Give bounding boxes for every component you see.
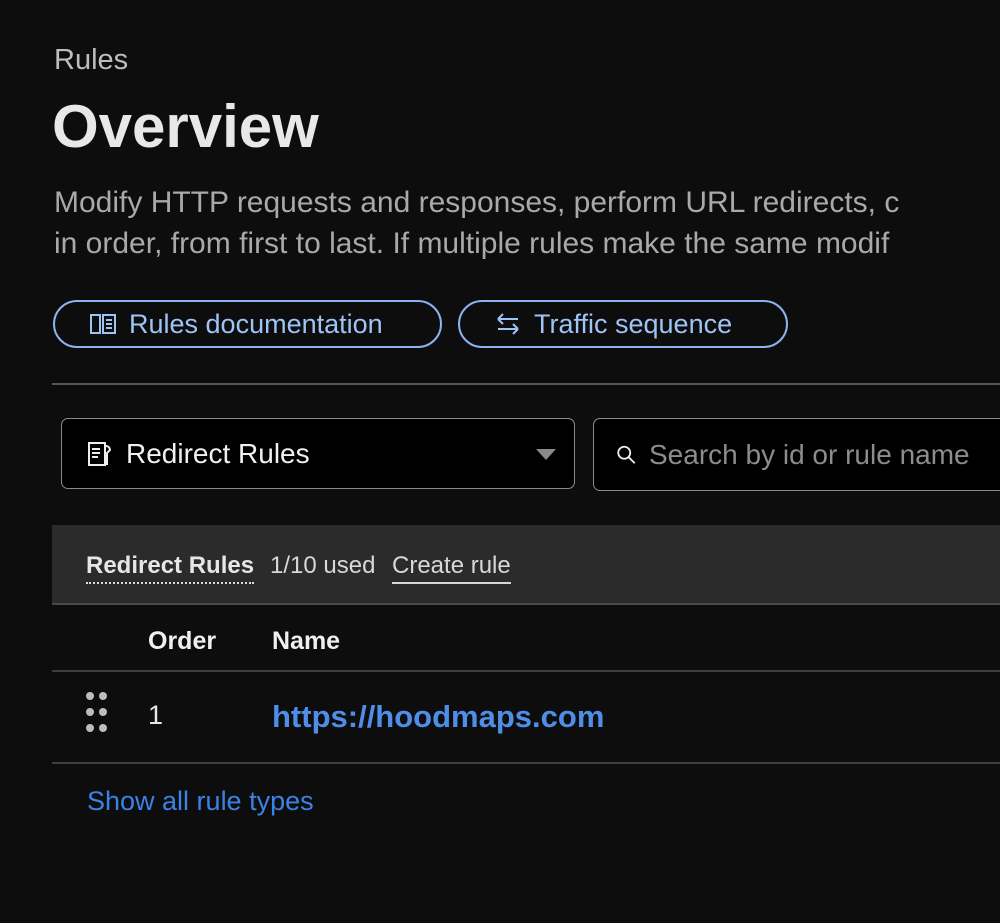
breadcrumb[interactable]: Rules xyxy=(54,44,128,77)
chevron-down-icon xyxy=(536,449,556,460)
rules-documentation-button[interactable]: Rules documentation xyxy=(53,300,442,348)
rule-name-link[interactable]: https://hoodmaps.com xyxy=(272,699,604,735)
rules-documentation-label: Rules documentation xyxy=(129,308,383,339)
traffic-sequence-label: Traffic sequence xyxy=(534,308,733,339)
search-icon xyxy=(617,445,636,464)
divider xyxy=(52,383,1000,385)
divider xyxy=(52,670,1000,672)
rule-order: 1 xyxy=(148,700,164,730)
divider xyxy=(52,762,1000,764)
column-header-order: Order xyxy=(148,627,217,655)
book-icon xyxy=(90,314,116,334)
rules-document-icon xyxy=(88,441,112,466)
rule-type-selected: Redirect Rules xyxy=(126,437,310,469)
column-header-name: Name xyxy=(272,627,341,655)
drag-handle-icon[interactable] xyxy=(86,692,108,736)
show-all-rule-types-link[interactable]: Show all rule types xyxy=(87,786,314,817)
traffic-sequence-button[interactable]: Traffic sequence xyxy=(458,300,788,348)
rule-type-select[interactable]: Redirect Rules xyxy=(61,418,575,489)
swap-arrows-icon xyxy=(497,313,519,335)
rules-section-header: Redirect Rules 1/10 used Create rule xyxy=(52,525,1000,605)
page-description-line-2: in order, from first to last. If multipl… xyxy=(54,227,890,260)
section-title[interactable]: Redirect Rules xyxy=(86,552,255,584)
search-box[interactable] xyxy=(593,418,1000,491)
page-title: Overview xyxy=(52,93,319,160)
page-description-line-1: Modify HTTP requests and responses, perf… xyxy=(54,186,900,219)
usage-count: 1/10 used xyxy=(270,552,376,579)
create-rule-link[interactable]: Create rule xyxy=(392,552,511,584)
search-input[interactable] xyxy=(647,437,1000,472)
